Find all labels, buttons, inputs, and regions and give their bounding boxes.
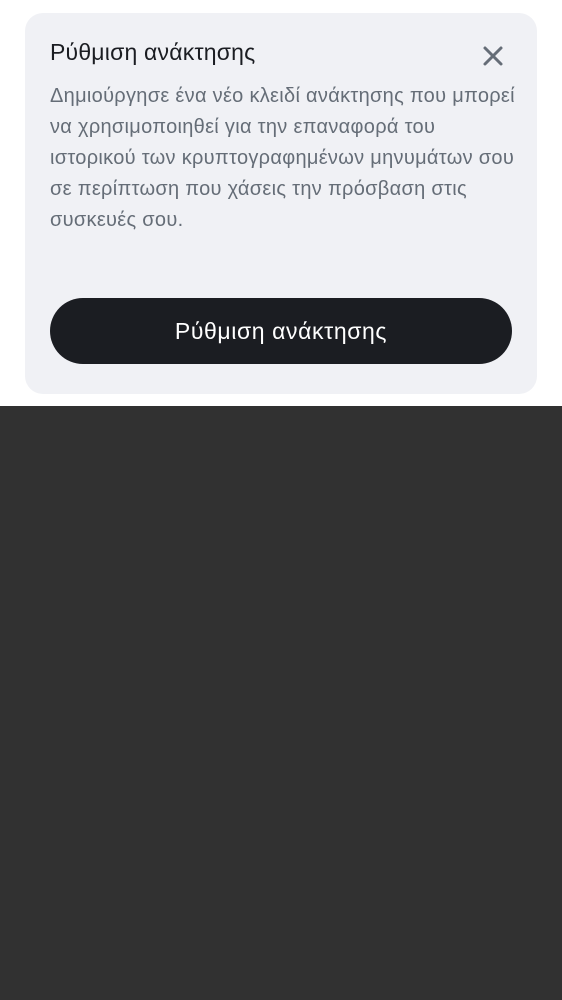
card-title: Ρύθμιση ανάκτησης	[50, 39, 256, 65]
recovery-setup-card: Ρύθμιση ανάκτησης Δημιούργησε ένα νέο κλ…	[25, 13, 537, 394]
close-icon	[483, 46, 503, 66]
banner-area: Ρύθμιση ανάκτησης Δημιούργησε ένα νέο κλ…	[0, 0, 562, 406]
dimmed-background	[0, 406, 562, 1000]
setup-recovery-button[interactable]: Ρύθμιση ανάκτησης	[50, 298, 512, 364]
close-button[interactable]	[477, 40, 509, 72]
card-description: Δημιούργησε ένα νέο κλειδί ανάκτησης που…	[50, 85, 515, 231]
